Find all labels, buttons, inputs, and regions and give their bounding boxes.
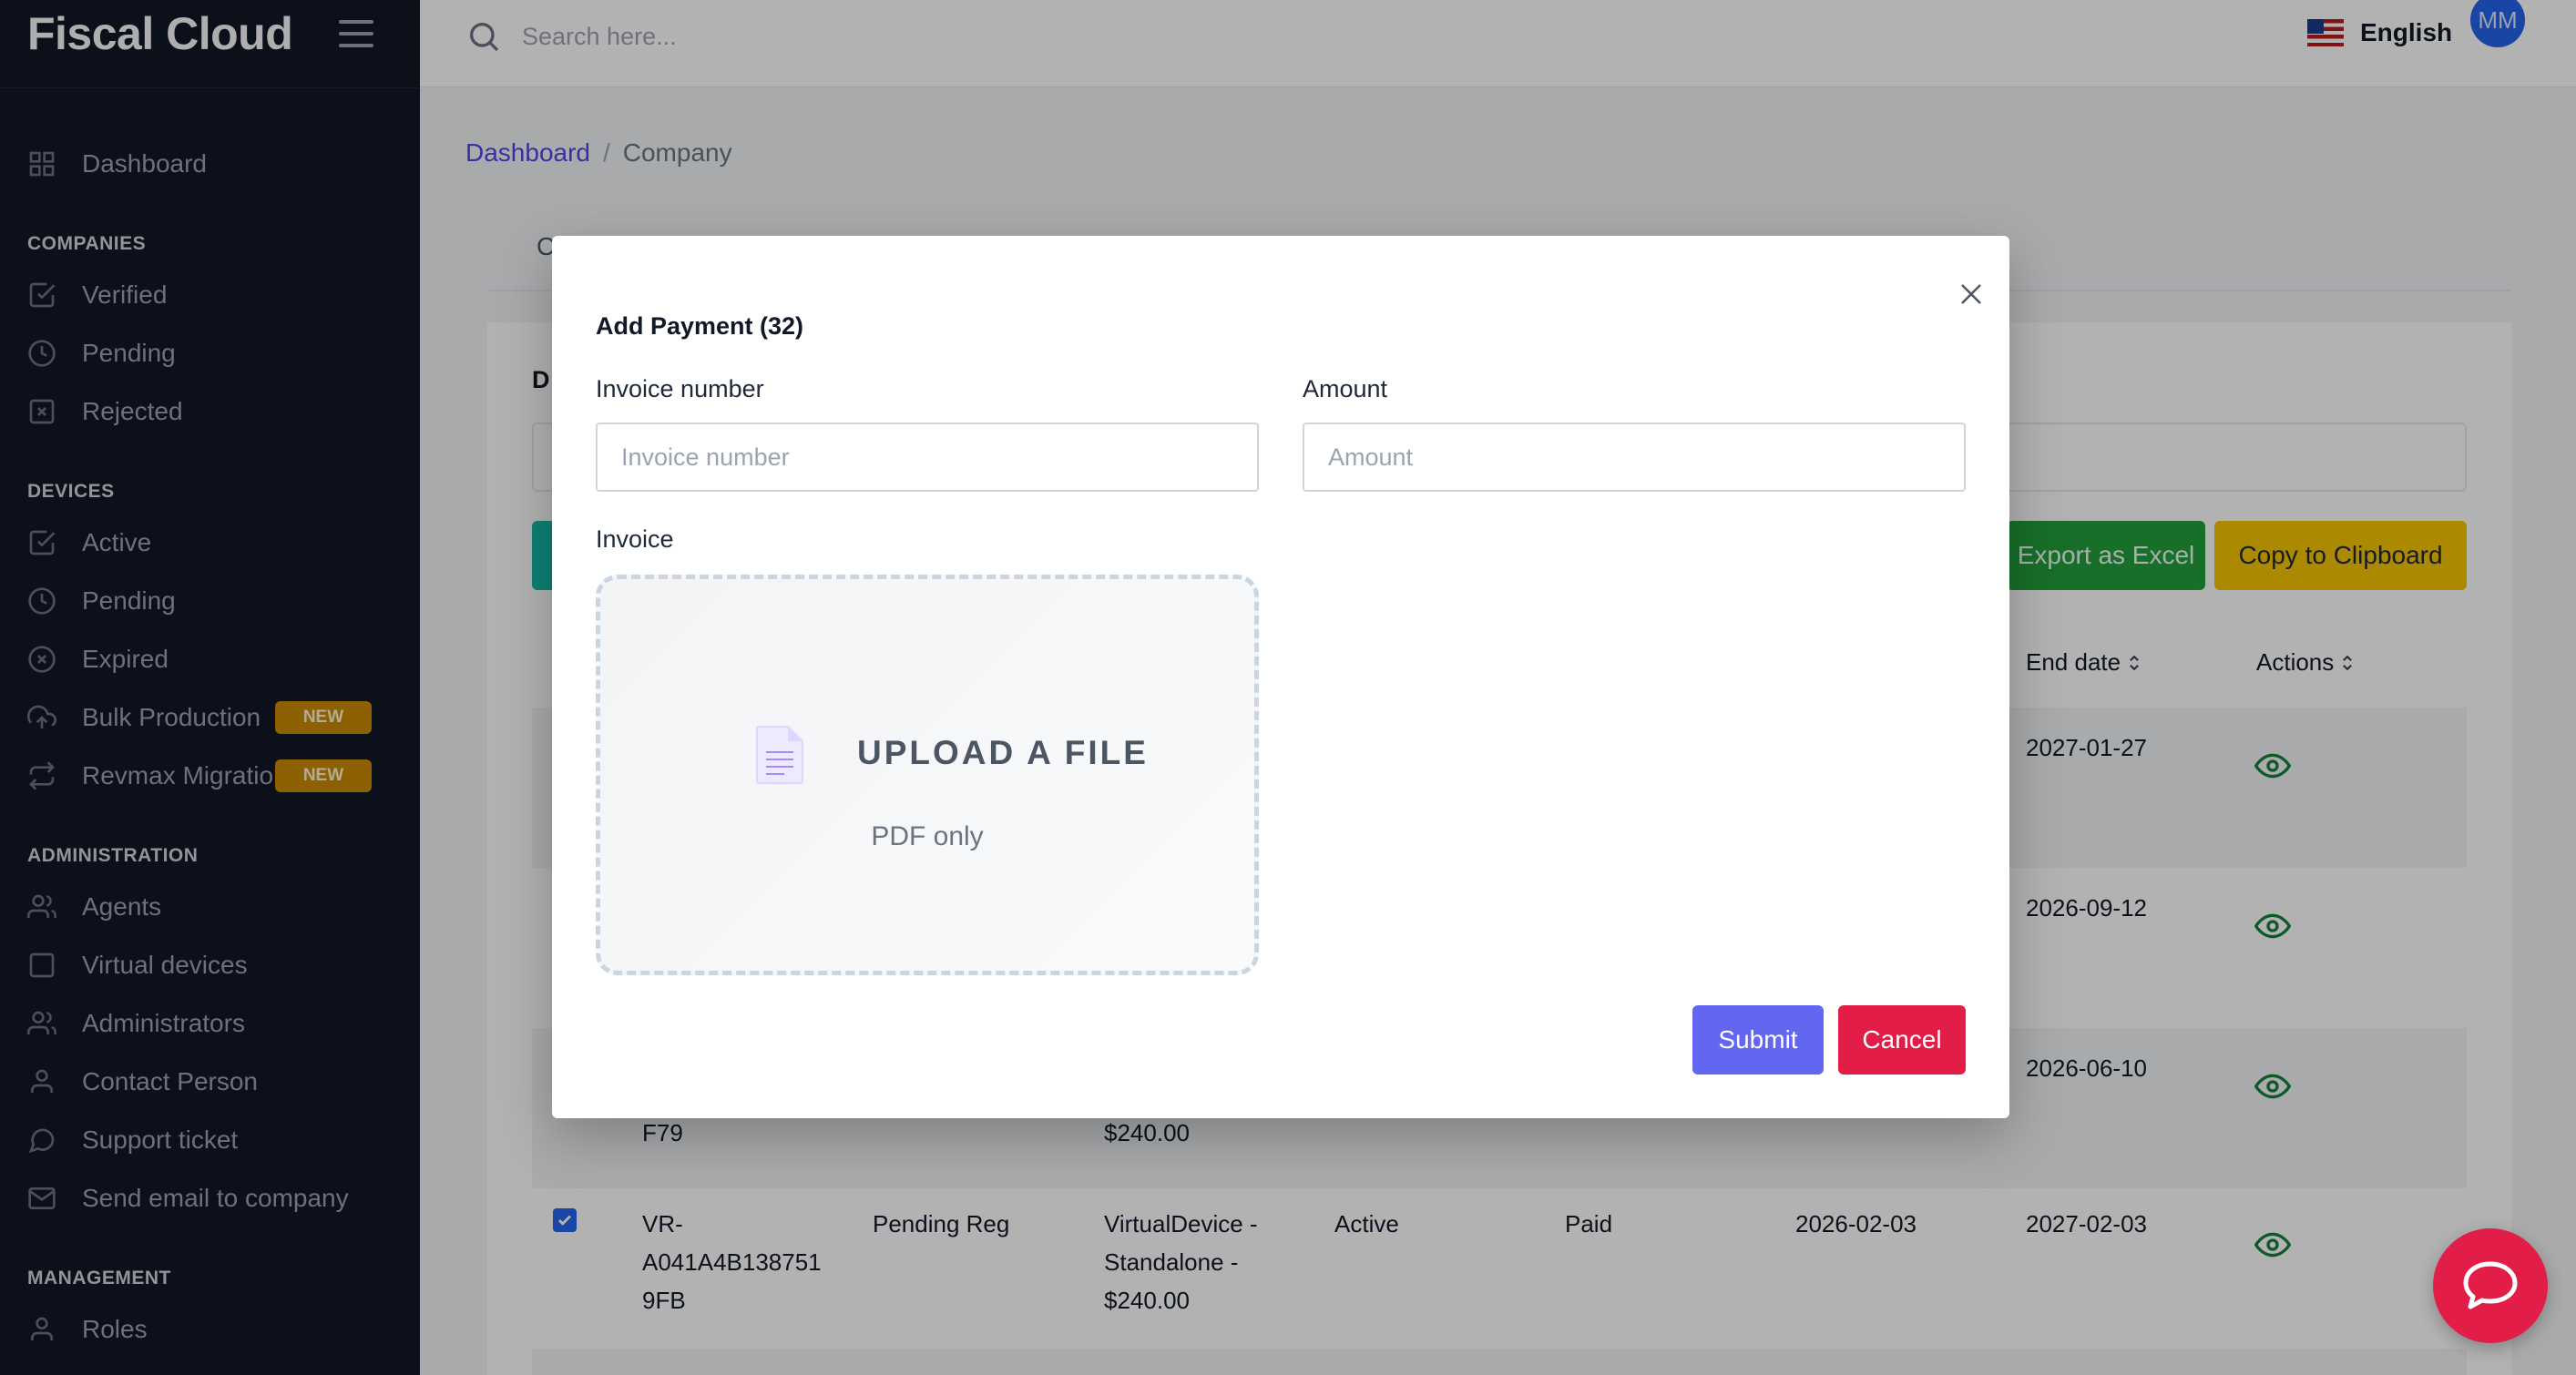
chat-button[interactable] [2433, 1228, 2548, 1343]
amount-label: Amount [1303, 375, 1388, 402]
invoice-number-label: Invoice number [596, 375, 764, 402]
cancel-button[interactable]: Cancel [1838, 1005, 1966, 1075]
upload-title: UPLOAD A FILE [857, 734, 1149, 771]
invoice-number-input[interactable] [596, 423, 1259, 492]
file-upload-dropzone[interactable]: UPLOAD A FILE PDF only [596, 575, 1259, 975]
add-payment-modal: Add Payment (32) Invoice number Amount I… [552, 236, 2009, 1118]
document-icon [756, 726, 803, 784]
invoice-label: Invoice [596, 525, 674, 553]
submit-button[interactable]: Submit [1692, 1005, 1824, 1075]
close-icon[interactable] [1958, 280, 1985, 308]
upload-hint: PDF only [871, 821, 984, 851]
chat-icon [2463, 1261, 2518, 1309]
modal-title: Add Payment (32) [596, 312, 804, 340]
amount-input[interactable] [1303, 423, 1966, 492]
